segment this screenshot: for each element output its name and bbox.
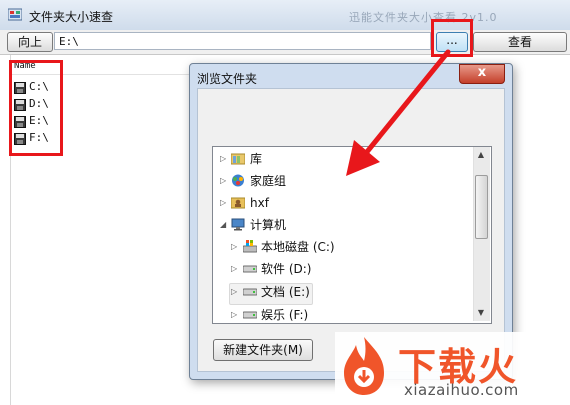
expand-arrow-icon[interactable]: ▷: [220, 192, 226, 214]
tree-item-label: hxf: [250, 196, 269, 210]
expand-arrow-icon[interactable]: ▷: [220, 170, 226, 192]
scroll-up-arrow-icon[interactable]: ▲: [474, 148, 488, 162]
watermark-url: xiazaihuo.com: [404, 381, 519, 399]
drive-list-highlight: [9, 60, 63, 156]
collapse-arrow-icon[interactable]: ◢: [220, 214, 226, 236]
tree-item-label: 软件 (D:): [261, 262, 312, 276]
tree-item-label: 本地磁盘 (C:): [261, 240, 335, 254]
tree-item-label: 家庭组: [250, 174, 287, 188]
app-icon: [8, 8, 22, 21]
tree-item-label: 娱乐 (F:): [261, 308, 309, 322]
user-folder-icon: [231, 197, 245, 209]
scroll-down-arrow-icon[interactable]: ▼: [474, 306, 488, 320]
new-folder-button[interactable]: 新建文件夹(M): [213, 339, 313, 361]
tree-item-drive-c[interactable]: ▷ 本地磁盘 (C:): [218, 236, 468, 258]
tree-item-computer[interactable]: ◢ 计算机: [218, 214, 468, 236]
scroll-thumb[interactable]: [475, 175, 488, 239]
flame-logo-icon: [344, 337, 384, 395]
expand-arrow-icon[interactable]: ▷: [231, 258, 237, 280]
computer-icon: [231, 218, 245, 231]
tree-item-hxf[interactable]: ▷ hxf: [218, 192, 468, 214]
drive-icon: [243, 288, 257, 296]
annotation-arrow-icon: [346, 49, 451, 176]
up-button[interactable]: 向上: [7, 32, 53, 52]
close-button[interactable]: x: [459, 64, 505, 84]
tree-item-label: 库: [250, 152, 263, 166]
dialog-title: 浏览文件夹: [197, 72, 258, 86]
view-button[interactable]: 查看: [473, 32, 567, 52]
expand-arrow-icon[interactable]: ▷: [231, 281, 237, 303]
drive-icon: [243, 265, 257, 273]
drive-icon: [243, 311, 257, 319]
expand-arrow-icon[interactable]: ▷: [231, 304, 237, 326]
expand-arrow-icon[interactable]: ▷: [231, 236, 237, 258]
expand-arrow-icon[interactable]: ▷: [220, 148, 226, 170]
tree-item-drive-f[interactable]: ▷ 娱乐 (F:): [218, 304, 468, 326]
tree-item-drive-d[interactable]: ▷ 软件 (D:): [218, 258, 468, 280]
system-drive-icon: [243, 240, 257, 253]
tree-item-drive-e[interactable]: ▷ 文档 (E:): [218, 281, 468, 303]
library-icon: [231, 153, 245, 165]
window-title: 文件夹大小速查: [29, 10, 114, 24]
tree-item-label: 计算机: [250, 218, 287, 232]
tree-item-label: 文档 (E:): [261, 285, 310, 299]
ghost-title: 迅能文件夹大小查看 2v1.0: [349, 11, 498, 24]
homegroup-icon: [232, 174, 244, 187]
